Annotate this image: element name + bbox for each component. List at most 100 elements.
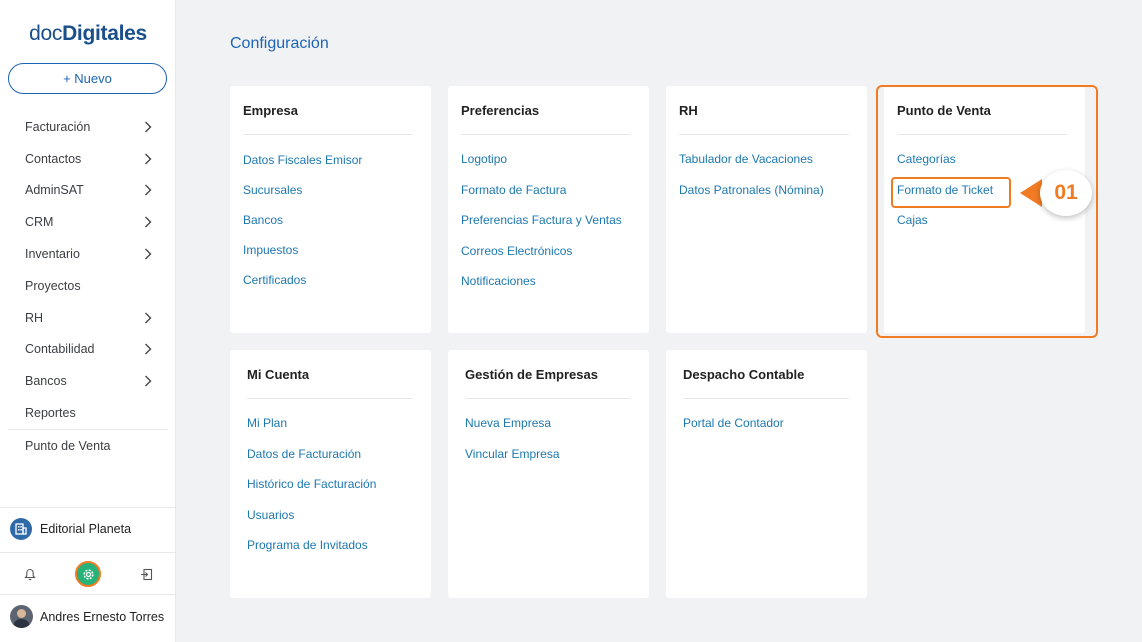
chevron-right-icon (142, 375, 154, 387)
sidebar-item-bancos[interactable]: Bancos (0, 365, 176, 397)
divider (247, 398, 413, 399)
card-links: Portal de Contador (683, 416, 784, 447)
link-vincular-empresa[interactable]: Vincular Empresa (465, 447, 560, 478)
link-formato-de-ticket[interactable]: Formato de Ticket (897, 183, 993, 214)
chevron-right-icon (142, 216, 154, 228)
page-title: Configuración (230, 35, 329, 52)
sidebar-item-label: CRM (25, 215, 54, 230)
link-bancos[interactable]: Bancos (243, 213, 362, 243)
sidebar-item-label: Bancos (25, 374, 67, 389)
sidebar-footer-actions (0, 560, 176, 588)
sidebar-item-label: Facturación (25, 119, 91, 134)
sidebar: docDigitales + Nuevo Facturación Contacto… (0, 0, 176, 642)
sidebar-item-label: Proyectos (25, 278, 81, 293)
sidebar-item-label: Contabilidad (25, 342, 95, 357)
card-title: Preferencias (461, 103, 540, 118)
sidebar-item-facturacion[interactable]: Facturación (0, 111, 176, 143)
link-certificados[interactable]: Certificados (243, 273, 362, 303)
sidebar-item-label: Reportes (25, 406, 76, 421)
link-categorias[interactable]: Categorías (897, 152, 993, 183)
chevron-right-icon (142, 248, 154, 260)
sidebar-item-label: Punto de Venta (25, 438, 111, 453)
card-links: Datos Fiscales Emisor Sucursales Bancos Imp… (243, 153, 362, 303)
sidebar-item-proyectos[interactable]: Proyectos (0, 270, 176, 302)
divider (465, 398, 631, 399)
card-links: Categorías Formato de Ticket Cajas (897, 152, 993, 244)
sidebar-item-crm[interactable]: CRM (0, 206, 176, 238)
card-rh: RH Tabulador de Vacaciones Datos Patronale… (666, 86, 867, 333)
card-gestion-de-empresas: Gestión de Empresas Nueva Empresa Vincular… (448, 350, 649, 598)
link-mi-plan[interactable]: Mi Plan (247, 416, 376, 447)
link-datos-fiscales-emisor[interactable]: Datos Fiscales Emisor (243, 153, 362, 183)
chevron-right-icon (142, 343, 154, 355)
sidebar-item-label: RH (25, 310, 44, 325)
sidebar-item-contactos[interactable]: Contactos (0, 143, 176, 175)
building-icon (10, 518, 32, 540)
card-title: RH (679, 103, 698, 118)
link-tabulador-de-vacaciones[interactable]: Tabulador de Vacaciones (679, 152, 824, 183)
link-usuarios[interactable]: Usuarios (247, 508, 376, 539)
link-correos-electronicos[interactable]: Correos Electrónicos (461, 244, 622, 275)
link-programa-de-invitados[interactable]: Programa de Invitados (247, 538, 376, 569)
sidebar-item-punto-de-venta[interactable]: Punto de Venta (0, 430, 176, 462)
card-mi-cuenta: Mi Cuenta Mi Plan Datos de Facturación Hist… (230, 350, 431, 598)
card-preferencias: Preferencias Logotipo Formato de Factura Pr… (448, 86, 649, 333)
sidebar-item-rh[interactable]: RH (0, 302, 176, 334)
bell-icon[interactable] (22, 566, 38, 582)
divider (0, 594, 176, 595)
card-title: Despacho Contable (683, 367, 805, 382)
link-datos-patronales-nomina[interactable]: Datos Patronales (Nómina) (679, 183, 824, 214)
link-portal-de-contador[interactable]: Portal de Contador (683, 416, 784, 447)
card-title: Gestión de Empresas (465, 367, 598, 382)
divider (683, 398, 849, 399)
user-name: Andres Ernesto Torres (40, 609, 165, 624)
logo-prefix: doc (29, 22, 63, 45)
link-historico-de-facturacion[interactable]: Histórico de Facturación (247, 477, 376, 508)
card-despacho-contable: Despacho Contable Portal de Contador (666, 350, 867, 598)
link-nueva-empresa[interactable]: Nueva Empresa (465, 416, 560, 447)
card-empresa: Empresa Datos Fiscales Emisor Sucursales Ba… (230, 86, 431, 333)
user-profile[interactable]: Andres Ernesto Torres (10, 605, 164, 628)
chevron-right-icon (142, 312, 154, 324)
chevron-right-icon (142, 184, 154, 196)
logout-icon[interactable] (138, 566, 154, 582)
divider (0, 552, 176, 553)
link-notificaciones[interactable]: Notificaciones (461, 274, 622, 305)
link-cajas[interactable]: Cajas (897, 213, 993, 244)
gear-icon[interactable] (75, 561, 101, 587)
sidebar-item-adminsat[interactable]: AdminSAT (0, 175, 176, 207)
avatar (10, 605, 33, 628)
company-selector[interactable]: Editorial Planeta (10, 518, 131, 540)
divider (0, 507, 176, 508)
card-links: Logotipo Formato de Factura Preferencias F… (461, 152, 622, 305)
link-preferencias-factura-y-ventas[interactable]: Preferencias Factura y Ventas (461, 213, 622, 244)
app-logo[interactable]: docDigitales (0, 22, 176, 46)
link-datos-de-facturacion[interactable]: Datos de Facturación (247, 447, 376, 478)
card-title: Punto de Venta (897, 103, 991, 118)
link-logotipo[interactable]: Logotipo (461, 152, 622, 183)
chevron-right-icon (142, 153, 154, 165)
logo-name: Digitales (62, 22, 147, 45)
sidebar-item-contabilidad[interactable]: Contabilidad (0, 334, 176, 366)
divider (243, 134, 413, 135)
divider (897, 134, 1067, 135)
divider (679, 134, 849, 135)
card-title: Empresa (243, 103, 298, 118)
card-links: Nueva Empresa Vincular Empresa (465, 416, 560, 477)
sidebar-item-inventario[interactable]: Inventario (0, 238, 176, 270)
new-button[interactable]: + Nuevo (8, 63, 167, 94)
card-links: Tabulador de Vacaciones Datos Patronales … (679, 152, 824, 213)
divider (461, 134, 631, 135)
sidebar-nav: Facturación Contactos AdminSAT CRM Inventari… (0, 111, 176, 462)
link-formato-de-factura[interactable]: Formato de Factura (461, 183, 622, 214)
chevron-right-icon (142, 121, 154, 133)
sidebar-item-label: Inventario (25, 247, 80, 262)
link-impuestos[interactable]: Impuestos (243, 243, 362, 273)
card-links: Mi Plan Datos de Facturación Histórico de … (247, 416, 376, 569)
sidebar-item-reportes[interactable]: Reportes (0, 397, 176, 429)
step-arrow-icon (1020, 179, 1042, 207)
card-title: Mi Cuenta (247, 367, 310, 382)
step-badge: 01 (1040, 170, 1092, 216)
company-name: Editorial Planeta (40, 522, 132, 536)
link-sucursales[interactable]: Sucursales (243, 183, 362, 213)
